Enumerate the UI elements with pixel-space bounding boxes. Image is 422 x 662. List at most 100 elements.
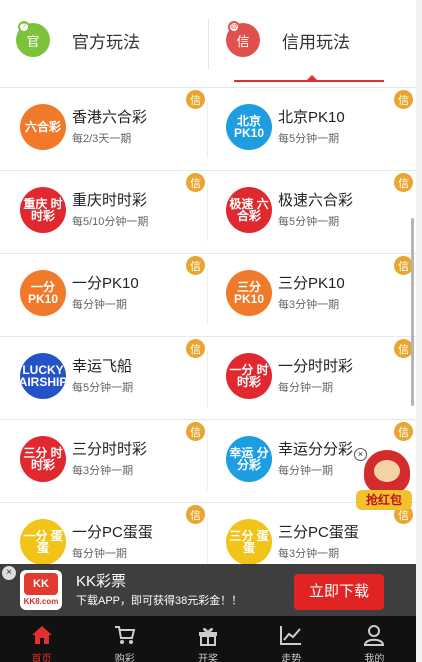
hk-mark-six-icon: 六合彩: [20, 104, 66, 150]
mascot-face: [374, 460, 400, 482]
tab-credit-label: 信用玩法: [282, 32, 350, 52]
credit-badge-icon: 信: [186, 256, 205, 275]
game-frequency: 每5分钟一期: [278, 133, 340, 145]
game-item[interactable]: 三分 时时彩 三分时时彩每3分钟一期 信: [0, 420, 207, 502]
nav-label: 我的: [364, 654, 385, 662]
app-logo-domain: KK8.com: [23, 597, 59, 606]
lottery-page: ? 官 官方玩法 @ 信 信用玩法 六合彩 香港六合彩 每2/3天一期信北京 PK1…: [0, 0, 416, 662]
banner-subtitle: 下载APP，即可获得38元彩金！！: [76, 595, 243, 607]
game-item[interactable]: 一分 时时彩 一分时时彩 每分钟一期信: [208, 337, 415, 419]
official-mini-icon: ?: [18, 21, 30, 33]
game-item[interactable]: 一分 PK10 一分PK10 每分钟一期 信: [0, 254, 207, 336]
close-icon[interactable]: ×: [354, 448, 367, 461]
chart-icon: [279, 624, 303, 646]
game-item[interactable]: 北京 PK10 北京PK10 每5分钟一期 信: [208, 88, 415, 170]
game-frequency: 每5分钟一期: [72, 382, 134, 394]
official-badge-text: 官: [26, 33, 40, 49]
banner-close-icon[interactable]: ×: [2, 566, 16, 580]
nav-item-chart[interactable]: 走势: [250, 616, 333, 662]
credit-badge-icon: 信: [394, 90, 413, 109]
game-name: 香港六合彩: [72, 109, 148, 126]
game-name: 三分PC蛋蛋: [278, 524, 359, 541]
game-name: 三分PK10: [278, 275, 345, 292]
game-frequency: 每3分钟一期: [72, 465, 134, 477]
scrollbar[interactable]: [411, 218, 414, 406]
user-icon: [362, 624, 386, 646]
credit-badge-icon: @ 信: [226, 21, 260, 57]
credit-badge-icon: 信: [186, 339, 205, 358]
game-row: 一分 PK10 一分PK10 每分钟一期 信三分 PK10 三分PK10 每3分钟一期 信: [0, 254, 416, 337]
game-frequency: 每3分钟一期: [278, 548, 340, 560]
lucky-airship-icon: LUCKY AIRSHIP: [20, 353, 66, 399]
credit-badge-icon: 信: [394, 422, 413, 441]
game-row: 六合彩 香港六合彩每2/3天一期 信北京 PK10 北京PK10 每5分钟一期 信: [0, 88, 416, 171]
game-item[interactable]: 六合彩 香港六合彩每2/3天一期 信: [0, 88, 207, 170]
game-item[interactable]: 极速 六合彩 极速六合彩每5分钟一期 信: [208, 171, 415, 253]
cart-icon: [113, 624, 137, 646]
home-icon: [30, 624, 54, 646]
tab-official-label: 官方玩法: [72, 32, 140, 52]
game-frequency: 每3分钟一期: [278, 299, 340, 311]
one-min-pc-egg-icon: 一分 蛋蛋: [20, 519, 66, 565]
game-name: 幸运分分彩: [278, 441, 354, 458]
game-name: 一分PK10: [72, 275, 139, 292]
play-mode-tabs: ? 官 官方玩法 @ 信 信用玩法: [0, 0, 416, 88]
nav-item-home[interactable]: 首页: [0, 616, 83, 662]
nav-label: 开奖: [198, 654, 218, 662]
game-frequency: 每2/3天一期: [72, 133, 132, 145]
credit-badge-icon: 信: [186, 90, 205, 109]
active-tab-indicator: [234, 75, 384, 82]
app-logo: KK KK8.com: [20, 570, 62, 610]
game-frequency: 每分钟一期: [278, 382, 333, 394]
game-name: 重庆时时彩: [72, 192, 148, 209]
game-name: 一分PC蛋蛋: [72, 524, 153, 541]
credit-badge-text: 信: [236, 33, 250, 49]
app-logo-text: KK: [24, 573, 58, 595]
game-item[interactable]: 三分 PK10 三分PK10 每3分钟一期信: [208, 254, 415, 336]
credit-mini-icon: @: [228, 21, 240, 33]
bottom-nav: 首页 购彩 开奖 走势 我的: [0, 616, 416, 662]
game-name: 北京PK10: [278, 109, 345, 126]
one-min-ssc-icon: 一分 时时彩: [226, 353, 272, 399]
game-row: 重庆 时时彩 重庆时时彩每5/10分钟一期 信极速 六合彩 极速六合彩每5分钟一期 信: [0, 171, 416, 254]
credit-badge-icon: 信: [186, 173, 205, 192]
banner-title: KK彩票: [76, 573, 127, 590]
grab-red-envelope-label: 抢红包: [356, 490, 412, 510]
game-item[interactable]: 重庆 时时彩 重庆时时彩每5/10分钟一期 信: [0, 171, 207, 253]
app-download-banner: × KK KK8.com KK彩票 下载APP，即可获得38元彩金！！ 立即下载: [0, 564, 416, 616]
tab-credit-play[interactable]: @ 信 信用玩法: [226, 16, 350, 64]
official-badge-icon: ? 官: [16, 21, 50, 57]
nav-item-cart[interactable]: 购彩: [83, 616, 166, 662]
game-item[interactable]: LUCKY AIRSHIP 幸运飞船每5分钟一期 信: [0, 337, 207, 419]
game-frequency: 每5分钟一期: [278, 216, 340, 228]
game-name: 一分时时彩: [278, 358, 354, 375]
nav-label: 走势: [281, 654, 302, 662]
game-frequency: 每分钟一期: [72, 548, 127, 560]
game-name: 三分时时彩: [72, 441, 148, 458]
nav-item-gift[interactable]: 开奖: [166, 616, 249, 662]
nav-label: 首页: [31, 654, 52, 662]
credit-badge-icon: 信: [394, 173, 413, 192]
lucky-ffc-icon: 幸运 分分彩: [226, 436, 272, 482]
game-name: 极速六合彩: [278, 192, 354, 209]
game-frequency: 每分钟一期: [278, 465, 333, 477]
nav-label: 购彩: [114, 654, 135, 662]
credit-badge-icon: 信: [186, 505, 205, 524]
three-min-pk10-icon: 三分 PK10: [226, 270, 272, 316]
game-frequency: 每5/10分钟一期: [72, 216, 149, 228]
game-row: LUCKY AIRSHIP 幸运飞船每5分钟一期 信一分 时时彩 一分时时彩每分钟一期…: [0, 337, 416, 420]
gift-icon: [196, 624, 220, 646]
tab-divider: [208, 18, 209, 70]
speed-mark-six-icon: 极速 六合彩: [226, 187, 272, 233]
three-min-pc-egg-icon: 三分 蛋蛋: [226, 519, 272, 565]
chongqing-ssc-icon: 重庆 时时彩: [20, 187, 66, 233]
one-min-pk10-icon: 一分 PK10: [20, 270, 66, 316]
floating-promo[interactable]: × 抢红包: [354, 446, 412, 512]
download-now-button[interactable]: 立即下载: [294, 574, 384, 610]
beijing-pk10-icon: 北京 PK10: [226, 104, 272, 150]
game-name: 幸运飞船: [72, 358, 133, 375]
tab-official-play[interactable]: ? 官 官方玩法: [16, 16, 140, 64]
three-min-ssc-icon: 三分 时时彩: [20, 436, 66, 482]
credit-badge-icon: 信: [186, 422, 205, 441]
nav-item-user[interactable]: 我的: [333, 616, 416, 662]
